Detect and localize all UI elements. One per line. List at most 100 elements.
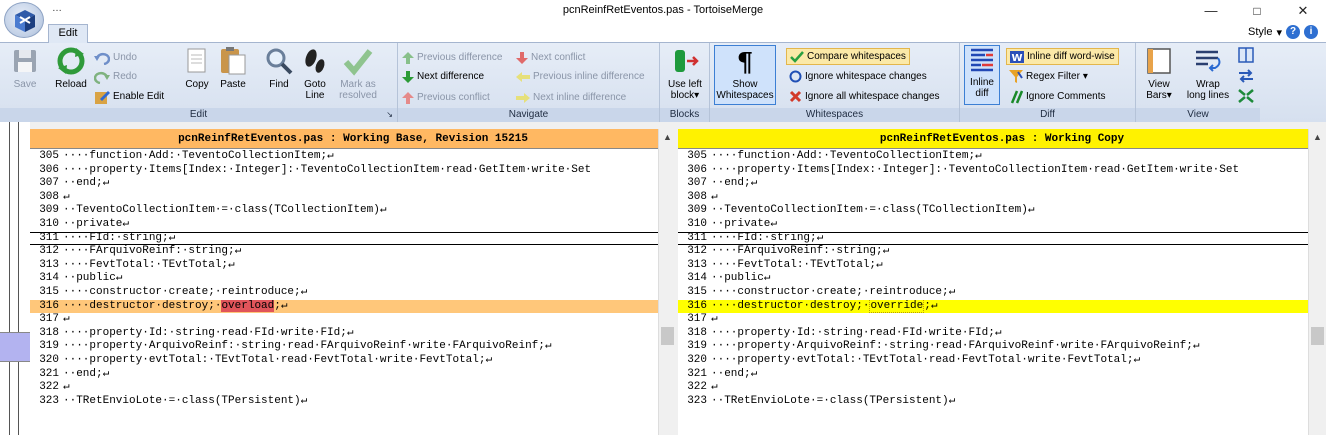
line-text: ····FArquivoReinf:·string;↵ xyxy=(63,245,242,258)
ignore-whitespace-changes-button[interactable]: Ignore whitespace changes xyxy=(789,68,927,85)
application-menu-button[interactable] xyxy=(4,2,44,38)
left-scrollbar-thumb[interactable] xyxy=(661,327,674,345)
code-line[interactable]: 308 ↵ xyxy=(678,191,1326,205)
locator-viewport[interactable] xyxy=(0,332,30,362)
code-line[interactable]: 316 ····destructor·destroy;·overload;↵ xyxy=(30,299,676,314)
two-pane-view-button[interactable] xyxy=(1236,47,1256,66)
mark-as-resolved-button[interactable]: Mark as resolved xyxy=(336,46,380,101)
swap-panes-button[interactable] xyxy=(1236,69,1256,86)
scroll-up-icon[interactable]: ▲ xyxy=(663,132,672,142)
locator-bar[interactable] xyxy=(0,122,30,435)
code-line[interactable]: 310 ··private↵ xyxy=(678,218,1326,232)
minimize-button[interactable]: — xyxy=(1188,0,1234,22)
code-line[interactable]: 322 ↵ xyxy=(678,381,1326,395)
help-icon[interactable]: ? xyxy=(1286,25,1300,39)
right-pane[interactable]: pcnReinfRetEventos.pas : Working Copy 30… xyxy=(678,129,1326,435)
previous-inline-difference-button[interactable]: Previous inline difference xyxy=(516,68,645,85)
line-number: 317 xyxy=(687,313,707,326)
code-line[interactable]: 315 ····constructor·create;·reintroduce;↵ xyxy=(30,286,676,300)
goto-line-button[interactable]: Goto Line xyxy=(298,46,332,101)
code-line[interactable]: 305 ····function·Add:·TeventoCollectionIt… xyxy=(678,150,1326,164)
use-left-block-button[interactable]: Use left block▾ xyxy=(663,46,707,101)
close-button[interactable]: ✕ xyxy=(1280,0,1326,22)
code-line[interactable]: 311 ····FId:·string;↵ xyxy=(678,231,1326,246)
word-icon: W xyxy=(1010,50,1024,63)
code-line[interactable]: 316 ····destructor·destroy;·override;↵ xyxy=(678,299,1326,314)
code-line[interactable]: 317 ↵ xyxy=(30,313,676,327)
copy-button[interactable]: Copy xyxy=(180,46,214,90)
style-menu[interactable]: Style ▾ ? i xyxy=(1248,25,1318,39)
enable-edit-button[interactable]: Enable Edit xyxy=(94,88,164,105)
code-line[interactable]: 318 ····property·Id:·string·read·FId·writ… xyxy=(678,327,1326,341)
code-line[interactable]: 312 ····FArquivoReinf:·string;↵ xyxy=(678,245,1326,259)
regex-filter-button[interactable]: Regex Filter ▾ xyxy=(1009,68,1088,85)
code-line[interactable]: 308 ↵ xyxy=(30,191,676,205)
code-line[interactable]: 321 ··end;↵ xyxy=(30,368,676,382)
inline-diff-button[interactable]: Inline diff xyxy=(964,45,1000,105)
find-button[interactable]: Find xyxy=(262,46,296,90)
compare-whitespaces-button[interactable]: Compare whitespaces xyxy=(786,48,910,65)
left-pane[interactable]: pcnReinfRetEventos.pas : Working Base, R… xyxy=(30,129,676,435)
collapse-sections-button[interactable] xyxy=(1236,89,1256,106)
code-line[interactable]: 306 ····property·Items[Index:·Integer]:·T… xyxy=(30,164,676,178)
undo-button[interactable]: Undo xyxy=(94,49,137,66)
line-text: ↵ xyxy=(711,190,718,203)
save-button[interactable]: Save xyxy=(8,46,42,90)
inline-diff-word-wise-button[interactable]: W Inline diff word-wise xyxy=(1006,48,1119,65)
next-difference-button[interactable]: Next difference xyxy=(402,68,484,85)
info-icon[interactable]: i xyxy=(1304,25,1318,39)
scroll-up-icon[interactable]: ▲ xyxy=(1313,132,1322,142)
maximize-button[interactable]: □ xyxy=(1234,0,1280,22)
ignore-all-whitespace-changes-button[interactable]: Ignore all whitespace changes xyxy=(789,88,940,105)
right-code-area[interactable]: 305 ····function·Add:·TeventoCollectionIt… xyxy=(678,150,1326,408)
line-number: 323 xyxy=(39,394,59,407)
arrow-right-icon xyxy=(516,92,530,103)
code-line[interactable]: 307 ··end;↵ xyxy=(678,177,1326,191)
paste-button[interactable]: Paste xyxy=(216,46,250,90)
code-line[interactable]: 319 ····property·ArquivoReinf:·string·rea… xyxy=(678,340,1326,354)
code-line[interactable]: 313 ····FevtTotal:·TEvtTotal;↵ xyxy=(30,259,676,273)
previous-inline-difference-label: Previous inline difference xyxy=(533,71,645,82)
right-scrollbar[interactable]: ▲ xyxy=(1308,129,1326,435)
code-line[interactable]: 315 ····constructor·create;·reintroduce;↵ xyxy=(678,286,1326,300)
code-line[interactable]: 323 ··TRetEnvioLote·=·class(TPersistent)↵ xyxy=(30,395,676,409)
reload-button[interactable]: Reload xyxy=(50,46,92,90)
code-line[interactable]: 319 ····property·ArquivoReinf:·string·rea… xyxy=(30,340,676,354)
code-line[interactable]: 312 ····FArquivoReinf:·string;↵ xyxy=(30,245,676,259)
tab-edit[interactable]: Edit xyxy=(48,24,88,43)
code-line[interactable]: 317 ↵ xyxy=(678,313,1326,327)
next-conflict-button[interactable]: Next conflict xyxy=(516,49,585,66)
line-text: ····property·Id:·string·read·FId·write·F… xyxy=(63,326,354,339)
code-line[interactable]: 310 ··private↵ xyxy=(30,218,676,232)
redo-button[interactable]: Redo xyxy=(94,68,137,85)
code-line[interactable]: 311 ····FId:·string;↵ xyxy=(30,231,676,246)
left-scrollbar[interactable]: ▲ xyxy=(658,129,676,435)
ignore-comments-button[interactable]: Ignore Comments xyxy=(1009,88,1105,105)
dialog-launcher-icon[interactable]: ↘ xyxy=(386,108,393,121)
code-line[interactable]: 309 ··TeventoCollectionItem·=·class(TColl… xyxy=(30,204,676,218)
next-inline-difference-button[interactable]: Next inline difference xyxy=(516,89,626,106)
code-line[interactable]: 309 ··TeventoCollectionItem·=·class(TColl… xyxy=(678,204,1326,218)
left-code-area[interactable]: 305 ····function·Add:·TeventoCollectionIt… xyxy=(30,150,676,408)
code-line[interactable]: 321 ··end;↵ xyxy=(678,368,1326,382)
previous-difference-button[interactable]: Previous difference xyxy=(402,49,502,66)
code-line[interactable]: 320 ····property·evtTotal:·TEvtTotal·read… xyxy=(30,354,676,368)
show-whitespaces-button[interactable]: ¶ Show Whitespaces xyxy=(714,45,776,105)
code-line[interactable]: 313 ····FevtTotal:·TEvtTotal;↵ xyxy=(678,259,1326,273)
code-line[interactable]: 320 ····property·evtTotal:·TEvtTotal·read… xyxy=(678,354,1326,368)
code-line[interactable]: 323 ··TRetEnvioLote·=·class(TPersistent)↵ xyxy=(678,395,1326,409)
view-bars-label-line2: Bars xyxy=(1146,90,1167,101)
code-line[interactable]: 322 ↵ xyxy=(30,381,676,395)
code-line[interactable]: 306 ····property·Items[Index:·Integer]:·T… xyxy=(678,164,1326,178)
code-line[interactable]: 314 ··public↵ xyxy=(678,272,1326,286)
code-line[interactable]: 305 ····function·Add:·TeventoCollectionIt… xyxy=(30,150,676,164)
previous-conflict-button[interactable]: Previous conflict xyxy=(402,89,490,106)
view-bars-button[interactable]: View Bars▾ xyxy=(1140,46,1178,101)
swap-arrows-icon xyxy=(1239,69,1253,83)
code-line[interactable]: 314 ··public↵ xyxy=(30,272,676,286)
code-line[interactable]: 318 ····property·Id:·string·read·FId·writ… xyxy=(30,327,676,341)
right-scrollbar-thumb[interactable] xyxy=(1311,327,1324,345)
blocks-group: Use left block▾ Blocks xyxy=(660,43,710,122)
code-line[interactable]: 307 ··end;↵ xyxy=(30,177,676,191)
wrap-long-lines-button[interactable]: Wrap long lines xyxy=(1182,46,1234,101)
